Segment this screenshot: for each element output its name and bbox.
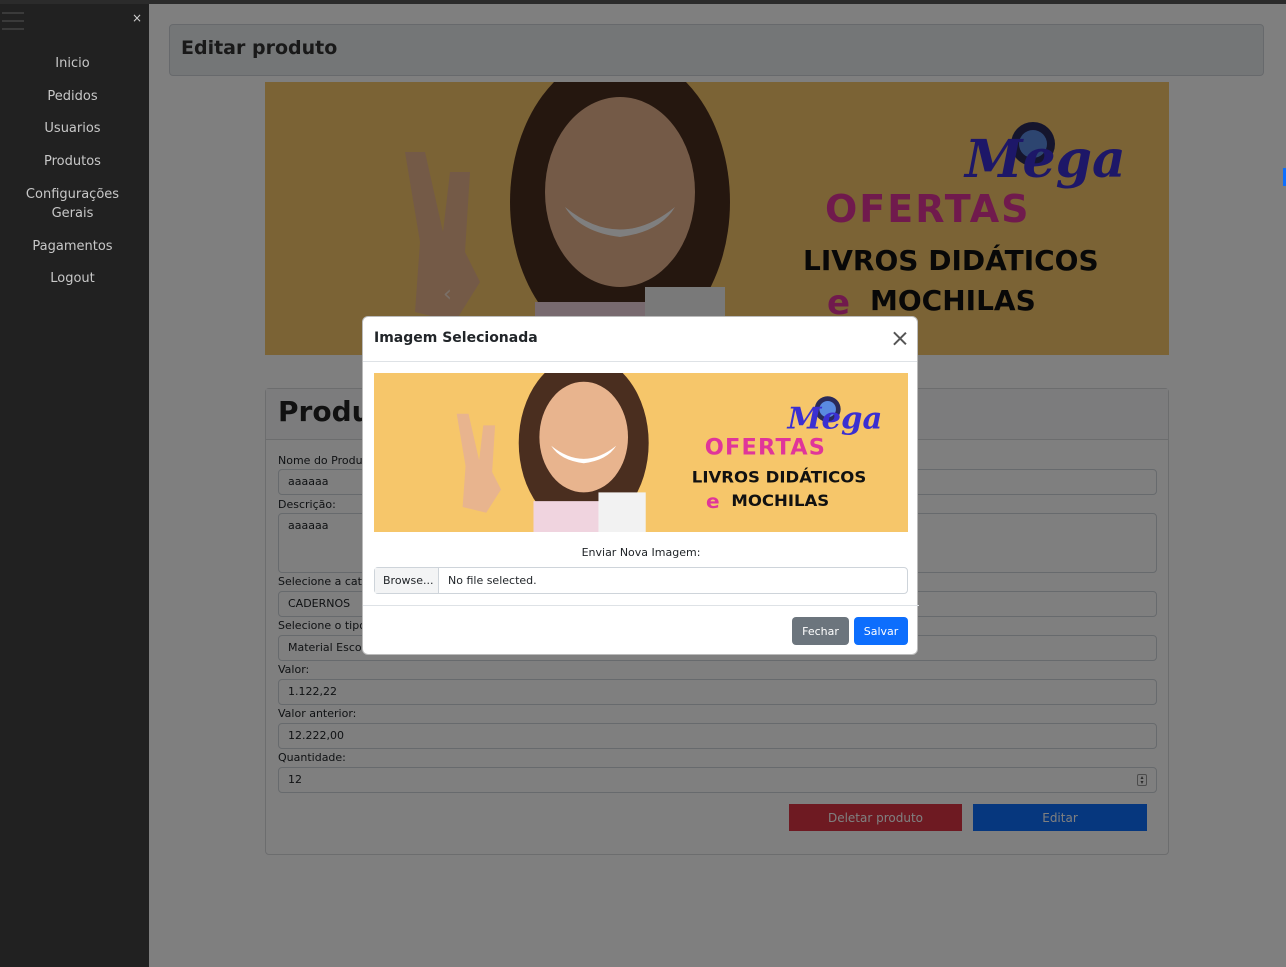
browse-button[interactable]: Browse...: [375, 568, 439, 593]
modal-banner-e-text: e: [706, 489, 720, 513]
file-input[interactable]: Browse... No file selected.: [374, 567, 908, 594]
hamburger-icon[interactable]: [2, 12, 24, 32]
sidebar-item-usuarios[interactable]: Usuarios: [0, 119, 145, 138]
modal-banner-mega-text: Mega: [786, 401, 882, 437]
modal-footer: Fechar Salvar: [363, 605, 919, 656]
save-button[interactable]: Salvar: [854, 617, 908, 645]
sidebar-item-produtos[interactable]: Produtos: [0, 152, 145, 171]
file-status: No file selected.: [448, 574, 537, 587]
modal-header: Imagem Selecionada: [363, 317, 917, 362]
close-icon[interactable]: [893, 331, 907, 345]
sidebar-item-pedidos[interactable]: Pedidos: [0, 87, 145, 106]
selected-image-preview: Mega OFERTAS LIVROS DIDÁTICOS e MOCHILAS: [374, 373, 908, 532]
modal-banner-ofertas-text: OFERTAS: [705, 435, 826, 461]
close-button[interactable]: Fechar: [792, 617, 849, 645]
sidebar-close-icon[interactable]: ×: [132, 11, 142, 25]
modal-banner-livros-text: LIVROS DIDÁTICOS: [692, 468, 866, 487]
modal-title: Imagem Selecionada: [374, 330, 538, 346]
selected-image: Mega OFERTAS LIVROS DIDÁTICOS e MOCHILAS: [374, 373, 908, 532]
sidebar-item-inicio[interactable]: Inicio: [0, 54, 145, 73]
sidebar-item-logout[interactable]: Logout: [0, 269, 145, 288]
upload-label: Enviar Nova Imagem:: [581, 546, 701, 559]
sidebar-nav: Inicio Pedidos Usuarios Produtos Configu…: [0, 54, 145, 288]
sidebar: × Inicio Pedidos Usuarios Produtos Confi…: [0, 4, 149, 967]
modal-banner-mochilas-text: MOCHILAS: [731, 491, 829, 510]
sidebar-item-configuracoes[interactable]: Configurações Gerais: [0, 185, 145, 223]
sidebar-item-pagamentos[interactable]: Pagamentos: [0, 237, 145, 256]
image-modal: Imagem Selecionada Mega OFERTAS LIVROS D…: [362, 316, 919, 656]
